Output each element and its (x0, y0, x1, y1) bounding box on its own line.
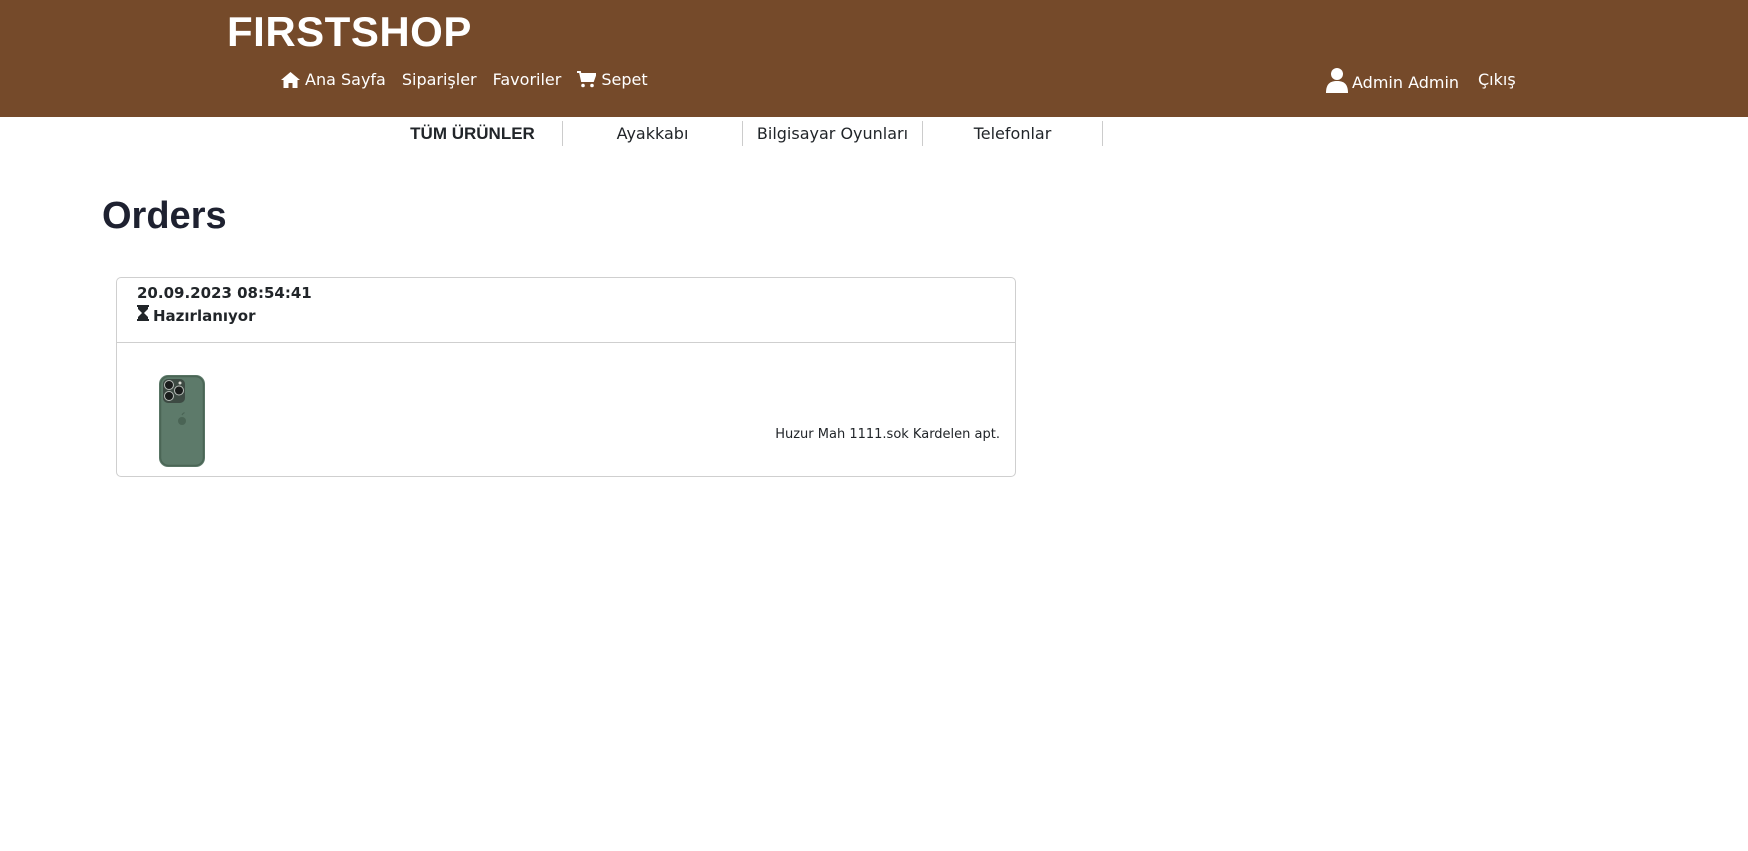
nav-cart-label: Sepet (601, 70, 648, 89)
category-shoes[interactable]: Ayakkabı (563, 121, 743, 146)
nav-orders-label: Siparişler (401, 70, 477, 89)
cart-icon (577, 71, 597, 88)
order-status-label: Hazırlanıyor (153, 307, 256, 325)
order-header: 20.09.2023 08:54:41 Hazırlanıyor (117, 278, 1015, 343)
nav-cart[interactable]: Sepet (577, 70, 648, 89)
user-icon (1326, 67, 1348, 97)
nav-favorites-label: Favoriler (492, 70, 562, 89)
brand-logo[interactable]: FIRSTSHOP (227, 8, 472, 56)
logout-label: Çıkış (1478, 70, 1516, 89)
logout-link[interactable]: Çıkış (1478, 70, 1516, 89)
user-name: Admin Admin (1352, 72, 1460, 92)
top-navbar: FIRSTSHOP Ana Sayfa Siparişler Favoriler… (0, 0, 1748, 117)
category-phones[interactable]: Telefonlar (923, 121, 1103, 146)
order-date: 20.09.2023 08:54:41 (137, 284, 312, 302)
category-computer-games[interactable]: Bilgisayar Oyunları (743, 121, 923, 146)
phone-case-image[interactable] (159, 375, 205, 467)
home-icon (281, 71, 300, 88)
nav-orders[interactable]: Siparişler (402, 70, 477, 89)
nav-home[interactable]: Ana Sayfa (281, 70, 386, 89)
main-nav: Ana Sayfa Siparişler Favoriler Sepet (281, 70, 648, 89)
hourglass-icon (137, 304, 149, 328)
order-status: Hazırlanıyor (137, 304, 1015, 328)
nav-home-label: Ana Sayfa (305, 70, 386, 89)
order-body: Huzur Mah 1111.sok Kardelen apt. (117, 343, 1015, 477)
category-all-products[interactable]: TÜM ÜRÜNLER (383, 121, 563, 146)
page-title: Orders (102, 195, 227, 237)
category-bar: TÜM ÜRÜNLER Ayakkabı Bilgisayar Oyunları… (383, 121, 1103, 146)
nav-favorites[interactable]: Favoriler (493, 70, 562, 89)
order-address: Huzur Mah 1111.sok Kardelen apt. (775, 427, 1000, 442)
user-menu[interactable]: Admin Admin (1326, 67, 1459, 97)
order-card: 20.09.2023 08:54:41 Hazırlanıyor Huzur M… (116, 277, 1016, 477)
